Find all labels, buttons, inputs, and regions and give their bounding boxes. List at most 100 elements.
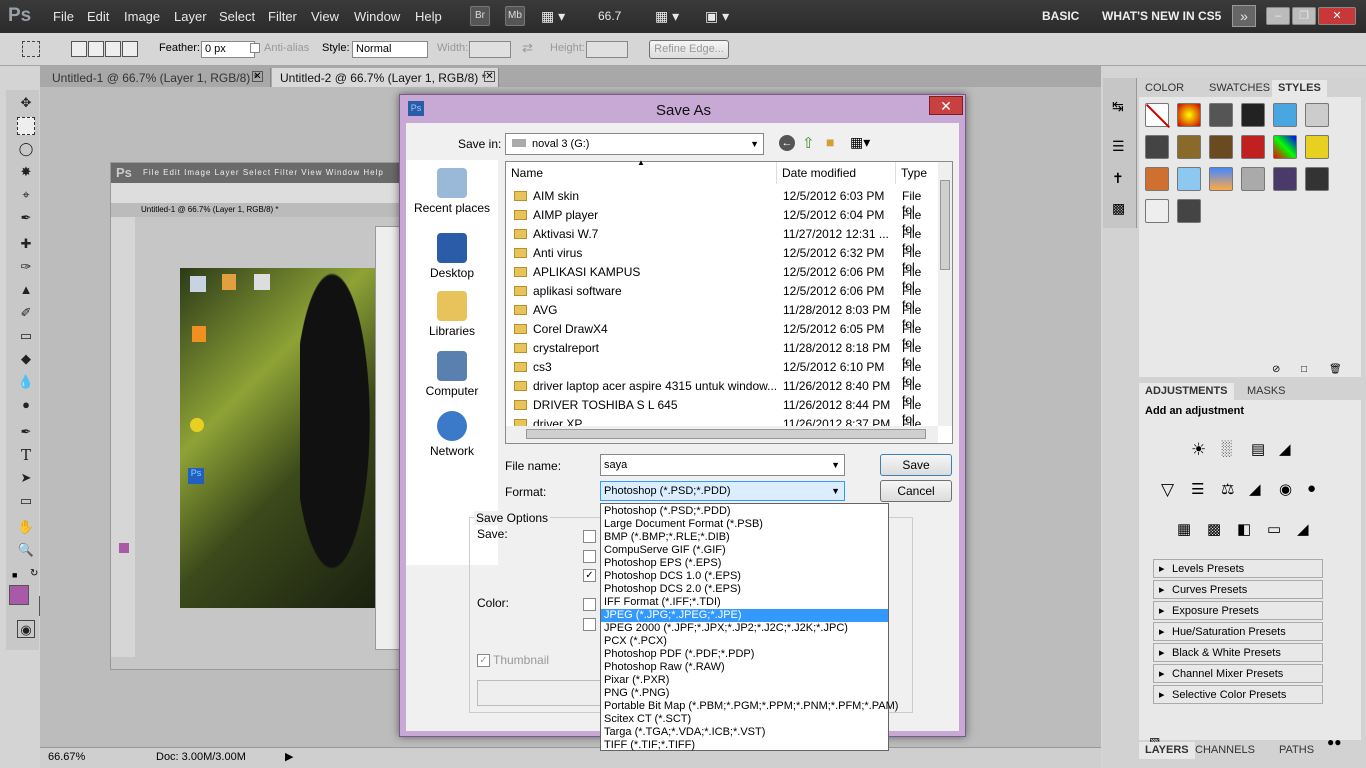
history-icon[interactable]: ↹: [1112, 98, 1124, 115]
format-option[interactable]: PCX (*.PCX): [601, 635, 888, 648]
selective-color-icon[interactable]: ◢: [1297, 520, 1309, 538]
place-network[interactable]: Network: [406, 411, 498, 458]
style-swatch[interactable]: [1209, 167, 1233, 191]
format-option[interactable]: BMP (*.BMP;*.RLE;*.DIB): [601, 531, 888, 544]
place-computer[interactable]: Computer: [406, 351, 498, 398]
style-swatch[interactable]: [1305, 167, 1329, 191]
file-row[interactable]: crystalreport 11/28/2012 8:18 PM File fol: [506, 338, 936, 369]
clear-style-icon[interactable]: ⊘: [1272, 364, 1280, 375]
marquee-tool-icon[interactable]: [17, 117, 35, 135]
style-swatch[interactable]: [1305, 135, 1329, 159]
status-arrow-icon[interactable]: ▶: [285, 750, 293, 763]
format-option[interactable]: Photoshop PDF (*.PDF;*.PDP): [601, 648, 888, 661]
black-white-icon[interactable]: ◢: [1249, 480, 1261, 498]
format-option[interactable]: Photoshop Raw (*.RAW): [601, 661, 888, 674]
cancel-button[interactable]: Cancel: [880, 480, 952, 502]
tab-color[interactable]: COLOR: [1139, 80, 1190, 97]
new-selection-icon[interactable]: [71, 41, 87, 57]
move-tool-icon[interactable]: ✥: [17, 94, 35, 112]
up-folder-icon[interactable]: ⇧: [802, 134, 815, 152]
style-swatch[interactable]: [1177, 199, 1201, 223]
expand-icon[interactable]: »: [1232, 5, 1256, 27]
photo-filter-icon[interactable]: ◉: [1279, 480, 1292, 498]
brush-tool-icon[interactable]: ✑: [17, 258, 35, 276]
eyedropper-icon[interactable]: ✒: [17, 209, 35, 227]
screen-mode-icon[interactable]: ▣ ▾: [705, 8, 729, 25]
actions-icon[interactable]: ☰: [1112, 138, 1125, 155]
default-colors-icon[interactable]: ■: [12, 570, 17, 580]
filename-input[interactable]: saya ▼: [600, 454, 845, 476]
panel-menu-icon[interactable]: ●●: [1327, 735, 1342, 749]
file-row[interactable]: Anti virus 12/5/2012 6:32 PM File fol: [506, 243, 936, 274]
paint-bucket-icon[interactable]: ◆: [17, 350, 35, 368]
tool-presets-icon[interactable]: ✝: [1112, 170, 1124, 187]
width-input[interactable]: [469, 41, 511, 58]
exposure-icon[interactable]: ◢: [1279, 440, 1291, 458]
file-row[interactable]: driver laptop acer aspire 4315 untuk win…: [506, 376, 936, 407]
restore-icon[interactable]: ❐: [1292, 7, 1316, 25]
format-select[interactable]: Photoshop (*.PSD;*.PDD) ▼: [600, 481, 845, 501]
brightness-icon[interactable]: ☀: [1191, 440, 1206, 460]
format-option[interactable]: Scitex CT (*.SCT): [601, 713, 888, 726]
style-select[interactable]: Normal: [352, 41, 428, 58]
format-option[interactable]: PNG (*.PNG): [601, 687, 888, 700]
tab-paths[interactable]: PATHS: [1273, 742, 1320, 759]
format-option[interactable]: CompuServe GIF (*.GIF): [601, 544, 888, 557]
style-swatch[interactable]: [1305, 103, 1329, 127]
hand-tool-icon[interactable]: ✋: [17, 518, 35, 536]
style-swatch[interactable]: [1209, 135, 1233, 159]
menu-help[interactable]: Help: [415, 9, 442, 24]
quick-mask-icon[interactable]: ◉: [17, 620, 35, 638]
tab-close-icon[interactable]: ✕: [484, 71, 495, 82]
hue-sat-icon[interactable]: ☰: [1191, 480, 1204, 498]
format-option[interactable]: Photoshop EPS (*.EPS): [601, 557, 888, 570]
bridge-button[interactable]: Br: [470, 6, 490, 26]
file-row[interactable]: Aktivasi W.7 11/27/2012 12:31 ... File fol: [506, 224, 936, 255]
view-menu-icon[interactable]: ▦▾: [850, 134, 870, 151]
zoom-level[interactable]: 66.7: [598, 9, 621, 23]
style-swatch[interactable]: [1177, 135, 1201, 159]
menu-view[interactable]: View: [311, 9, 339, 24]
type-tool-icon[interactable]: T: [17, 446, 35, 464]
format-option[interactable]: Portable Bit Map (*.PBM;*.PGM;*.PPM;*.PN…: [601, 700, 898, 713]
shape-tool-icon[interactable]: ▭: [17, 492, 35, 510]
menu-edit[interactable]: Edit: [87, 9, 109, 24]
style-swatch[interactable]: [1209, 103, 1233, 127]
curves-icon[interactable]: ▤: [1251, 440, 1265, 458]
format-option[interactable]: IFF Format (*.IFF;*.TDI): [601, 596, 888, 609]
delete-style-icon[interactable]: 🗑: [1329, 364, 1342, 375]
save-option-checkbox-checked[interactable]: ✓: [583, 569, 596, 582]
subtract-selection-icon[interactable]: [105, 41, 121, 57]
horizontal-scrollbar[interactable]: [506, 426, 938, 443]
curves-presets[interactable]: Curves Presets: [1153, 580, 1323, 599]
refine-edge-button[interactable]: Refine Edge...: [649, 40, 729, 59]
style-swatch[interactable]: [1177, 167, 1201, 191]
gradient-map-icon[interactable]: ▭: [1267, 520, 1281, 538]
tab-swatches[interactable]: SWATCHES: [1203, 80, 1276, 97]
color-balance-icon[interactable]: ⚖: [1221, 480, 1234, 498]
add-selection-icon[interactable]: [88, 41, 104, 57]
swap-icon[interactable]: ⇄: [522, 40, 533, 56]
style-swatch[interactable]: [1273, 167, 1297, 191]
film-icon[interactable]: ▦ ▾: [541, 8, 565, 25]
thumbnail-checkbox[interactable]: ✓: [477, 654, 490, 667]
menu-image[interactable]: Image: [124, 9, 160, 24]
minimize-icon[interactable]: –: [1266, 7, 1290, 25]
exposure-presets[interactable]: Exposure Presets: [1153, 601, 1323, 620]
format-option[interactable]: Large Document Format (*.PSB): [601, 518, 888, 531]
place-desktop[interactable]: Desktop: [406, 233, 498, 280]
menu-layer[interactable]: Layer: [174, 9, 207, 24]
height-input[interactable]: [586, 41, 628, 58]
format-option[interactable]: TIFF (*.TIF;*.TIFF): [601, 739, 888, 752]
style-swatch[interactable]: [1145, 167, 1169, 191]
save-option-checkbox[interactable]: [583, 550, 596, 563]
format-option[interactable]: Photoshop (*.PSD;*.PDD): [601, 505, 888, 518]
file-row[interactable]: APLIKASI KAMPUS 12/5/2012 6:06 PM File fol: [506, 262, 936, 293]
color-option-checkbox[interactable]: [583, 598, 596, 611]
place-recent[interactable]: Recent places: [406, 168, 498, 215]
save-option-checkbox[interactable]: [583, 530, 596, 543]
format-option[interactable]: JPEG 2000 (*.JPF;*.JPX;*.JP2;*.J2C;*.J2K…: [601, 622, 888, 635]
intersect-selection-icon[interactable]: [122, 41, 138, 57]
file-row[interactable]: Corel DrawX4 12/5/2012 6:05 PM File fol: [506, 319, 936, 350]
close-icon[interactable]: ✕: [1318, 7, 1356, 25]
